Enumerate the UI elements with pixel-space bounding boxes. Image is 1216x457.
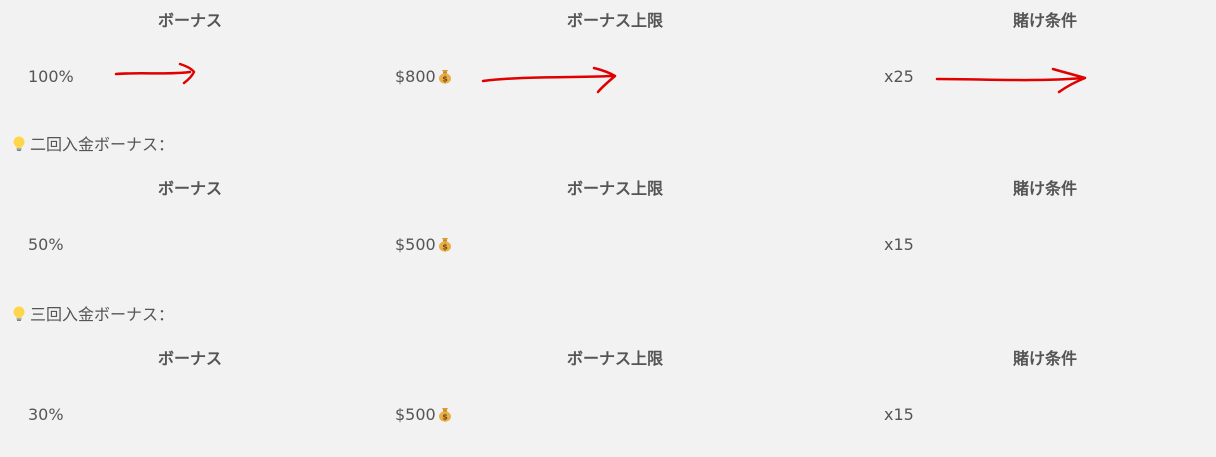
money-bag-icon: $ <box>438 238 451 252</box>
svg-text:$: $ <box>442 413 448 422</box>
light-bulb-icon <box>13 136 25 151</box>
header-bonus-limit: ボーナス上限 <box>567 349 664 368</box>
cell-bonus-limit: $800 $ <box>395 66 453 88</box>
light-bulb-icon <box>13 306 25 321</box>
money-bag-icon: $ <box>438 70 451 84</box>
section-title-third-deposit: 三回入金ボーナス： <box>10 304 174 326</box>
red-arrow-2 <box>481 66 617 94</box>
money-bag-icon: $ <box>438 408 451 422</box>
header-wagering: 賭け条件 <box>1013 11 1078 30</box>
red-arrow-3 <box>935 67 1087 94</box>
red-arrow-1 <box>114 62 196 85</box>
svg-text:$: $ <box>442 75 448 84</box>
header-bonus: ボーナス <box>158 179 223 198</box>
section-title-text: 二回入金ボーナス： <box>30 135 175 154</box>
section-title-text: 三回入金ボーナス： <box>30 305 175 324</box>
cell-wagering: x15 <box>884 235 914 254</box>
svg-text:$: $ <box>442 243 448 252</box>
cell-wagering: x25 <box>884 67 914 86</box>
cell-bonus: 100% <box>28 67 74 86</box>
section-title-second-deposit: 二回入金ボーナス： <box>10 134 174 156</box>
header-wagering: 賭け条件 <box>1013 349 1078 368</box>
cell-bonus: 50% <box>28 235 64 254</box>
cell-wagering: x15 <box>884 405 914 424</box>
cell-bonus-limit: $500 $ <box>395 234 453 256</box>
header-wagering: 賭け条件 <box>1013 179 1078 198</box>
cell-bonus-limit-value: $800 <box>395 67 436 86</box>
header-bonus: ボーナス <box>158 11 223 30</box>
cell-bonus-limit-value: $500 <box>395 235 436 254</box>
header-bonus: ボーナス <box>158 349 223 368</box>
bonus-table-3: ボーナス ボーナス上限 賭け条件 30% $500 $ x15 <box>0 338 1216 448</box>
cell-bonus: 30% <box>28 405 64 424</box>
cell-bonus-limit-value: $500 <box>395 405 436 424</box>
bonus-table-2: ボーナス ボーナス上限 賭け条件 50% $500 $ x15 <box>0 168 1216 278</box>
cell-bonus-limit: $500 $ <box>395 404 453 426</box>
header-bonus-limit: ボーナス上限 <box>567 11 664 30</box>
header-bonus-limit: ボーナス上限 <box>567 179 664 198</box>
